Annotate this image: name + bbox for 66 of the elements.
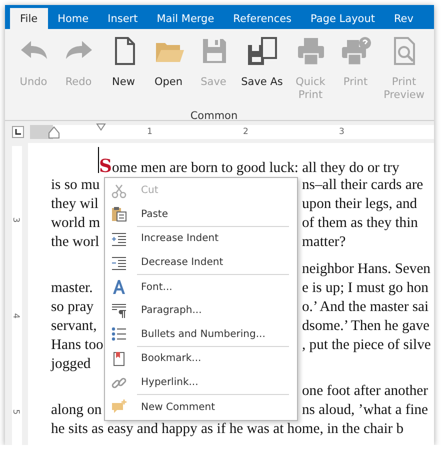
paragraph-icon bbox=[111, 302, 127, 319]
bookmark-icon bbox=[111, 350, 127, 367]
document-text: servant, bbox=[51, 317, 97, 336]
document-text: upon their legs, and bbox=[302, 195, 418, 214]
ribbon-button[interactable]: Open bbox=[146, 35, 191, 102]
document-text: along on bbox=[51, 401, 102, 420]
letter-a-icon bbox=[111, 279, 127, 296]
group-label: Common bbox=[189, 110, 239, 122]
bulleted-list-icon bbox=[111, 326, 127, 342]
document-text: the worl bbox=[51, 233, 100, 252]
document-text: they wil bbox=[51, 195, 98, 214]
menu-item[interactable]: Decrease Indent bbox=[105, 250, 297, 274]
document-text: matter? bbox=[302, 233, 347, 252]
drop-cap: S bbox=[99, 157, 112, 176]
document-text: one foot after another bbox=[302, 382, 430, 401]
document-text: jogged bbox=[51, 355, 91, 374]
ribbon-tab[interactable]: Home bbox=[50, 8, 97, 29]
ruler-number: 3 bbox=[339, 126, 344, 139]
document-text: ome men are born to good luck: all they do or try bbox=[112, 159, 400, 178]
ruler-number: 4 bbox=[12, 313, 20, 319]
scissors-icon bbox=[111, 182, 127, 199]
menu-item[interactable]: Increase Indent bbox=[105, 227, 297, 251]
document-text: dsome.’ Then he gave bbox=[302, 317, 431, 336]
menu-item[interactable]: New Comment bbox=[105, 395, 297, 419]
tab-stop-icon bbox=[15, 129, 21, 135]
document-text: is so mu bbox=[51, 176, 100, 195]
document-text: he sits as easy and happy as if he was at home, in the chair b bbox=[51, 420, 404, 439]
menu-item[interactable]: Font... bbox=[105, 275, 297, 299]
document-text: Hans too bbox=[51, 336, 104, 355]
ribbon-tab[interactable]: References bbox=[225, 8, 300, 29]
tab-stop-selector[interactable] bbox=[12, 126, 24, 138]
ribbon-tab[interactable]: Page Layout bbox=[302, 8, 383, 29]
decrease-indent-icon bbox=[111, 254, 127, 271]
menu-item[interactable]: Bookmark... bbox=[105, 347, 297, 371]
document-text: ns aloud, ’what a fine bbox=[302, 401, 430, 420]
ribbon-tab[interactable]: Rev bbox=[386, 8, 422, 29]
printer-question-icon bbox=[340, 35, 372, 67]
clipboard-icon bbox=[111, 206, 127, 222]
document-text: so pray bbox=[51, 298, 94, 317]
ribbon-button[interactable]: New bbox=[101, 35, 146, 102]
ruler-number: 1 bbox=[147, 126, 152, 139]
first-line-indent-icon[interactable] bbox=[96, 123, 106, 131]
ribbon-tab[interactable]: Insert bbox=[100, 8, 146, 29]
ruler-number: 5 bbox=[12, 409, 20, 415]
document-text: of them as they thin bbox=[302, 214, 419, 233]
menu-item[interactable]: Hyperlink... bbox=[105, 370, 297, 394]
document-text: neighbor Hans. Seven bbox=[302, 260, 432, 279]
document-text: e is up; I must go hon bbox=[302, 279, 430, 298]
comment-icon bbox=[111, 399, 127, 416]
ribbon-button[interactable]: Save As bbox=[236, 35, 288, 102]
ruler-number: 2 bbox=[243, 126, 248, 139]
document-text: world m bbox=[51, 214, 100, 233]
ribbon-tab[interactable]: Mail Merge bbox=[148, 8, 222, 29]
increase-indent-icon bbox=[111, 230, 127, 247]
ribbon-tab[interactable]: File bbox=[10, 8, 48, 29]
menu-item[interactable]: Paste bbox=[105, 202, 297, 226]
document-text: o.’ And the master sai bbox=[302, 298, 430, 317]
document-text: master. bbox=[51, 279, 93, 298]
menu-item[interactable]: Bullets and Numbering... bbox=[105, 322, 297, 346]
menu-item[interactable]: Paragraph... bbox=[105, 298, 297, 323]
document-text: ns–all their cards are bbox=[302, 176, 424, 195]
document-text: , put the piece of silve bbox=[302, 336, 432, 355]
ruler-number: 3 bbox=[12, 217, 20, 223]
save-as-icon bbox=[246, 35, 278, 67]
text-cursor bbox=[98, 147, 99, 173]
indent-marker-icon[interactable] bbox=[48, 125, 60, 139]
